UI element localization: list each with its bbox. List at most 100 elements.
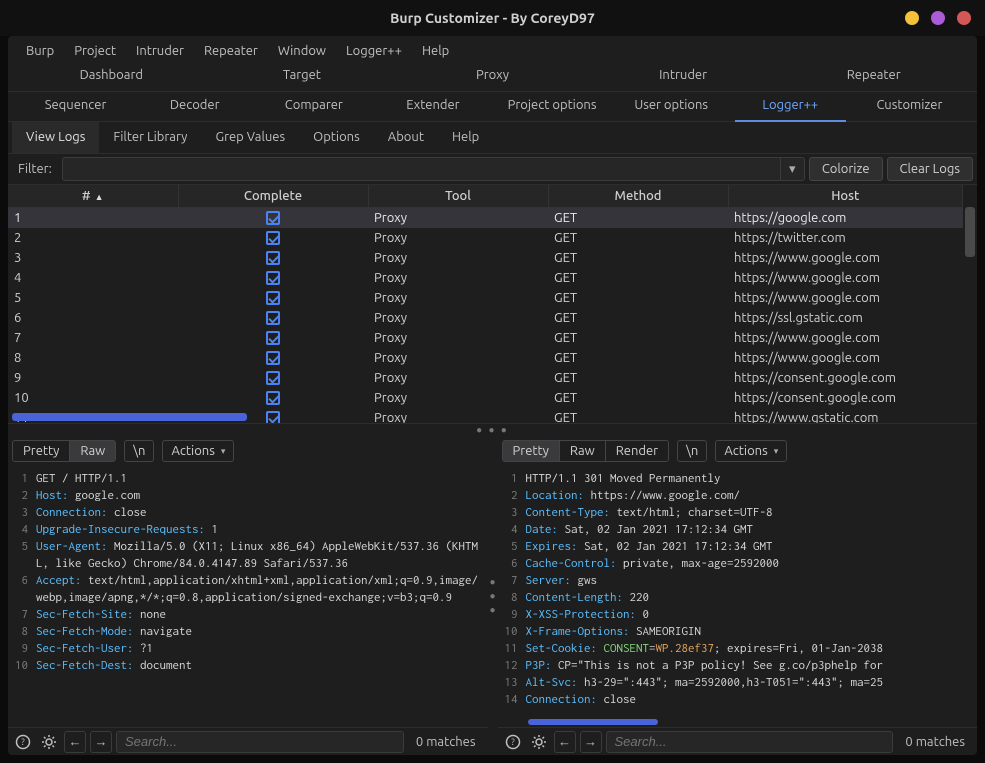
code-line: 7Sec-Fetch-Site: none xyxy=(8,606,488,623)
cell-number: 10 xyxy=(8,388,178,408)
table-row[interactable]: 2ProxyGEThttps://twitter.com xyxy=(8,228,963,248)
col-header-host[interactable]: Host xyxy=(728,185,963,208)
col-header-tool[interactable]: Tool xyxy=(368,185,548,208)
table-vertical-scrollbar[interactable] xyxy=(963,207,977,423)
cell-complete xyxy=(178,388,368,408)
window-maximize-button[interactable] xyxy=(931,11,945,25)
search-next-button[interactable]: → xyxy=(580,731,602,753)
chevron-down-icon: ▾ xyxy=(774,446,779,457)
request-newline-toggle[interactable]: \n xyxy=(124,440,154,462)
tab-comparer[interactable]: Comparer xyxy=(254,92,373,121)
col-header-complete[interactable]: Complete xyxy=(178,185,368,208)
line-content: User-Agent: Mozilla/5.0 (X11; Linux x86_… xyxy=(36,538,488,572)
tab-user-options[interactable]: User options xyxy=(612,92,731,121)
scrollbar-thumb[interactable] xyxy=(965,207,975,257)
menu-project[interactable]: Project xyxy=(64,40,126,62)
gear-icon[interactable] xyxy=(38,731,60,753)
vertical-splitter[interactable]: ●●● xyxy=(488,436,498,755)
request-actions-dropdown[interactable]: Actions▾ xyxy=(162,440,234,462)
search-prev-button[interactable]: ← xyxy=(554,731,576,753)
response-view-render[interactable]: Render xyxy=(605,441,668,461)
request-search-input[interactable] xyxy=(116,731,404,753)
svg-text:?: ? xyxy=(21,737,25,747)
horizontal-splitter[interactable]: ● ● ● xyxy=(8,424,977,436)
search-prev-button[interactable]: ← xyxy=(64,731,86,753)
menu-burp[interactable]: Burp xyxy=(16,40,64,62)
menu-help[interactable]: Help xyxy=(412,40,459,62)
help-icon[interactable]: ? xyxy=(502,731,524,753)
code-line: 5User-Agent: Mozilla/5.0 (X11; Linux x86… xyxy=(8,538,488,572)
request-editor[interactable]: 1GET / HTTP/1.12Host: google.com3Connect… xyxy=(8,466,488,727)
response-view-raw[interactable]: Raw xyxy=(559,441,605,461)
tab-intruder[interactable]: Intruder xyxy=(588,62,779,91)
tab-sequencer[interactable]: Sequencer xyxy=(16,92,135,121)
line-content: P3P: CP="This is not a P3P policy! See g… xyxy=(526,657,978,674)
line-number: 3 xyxy=(8,504,36,521)
response-editor[interactable]: 1HTTP/1.1 301 Moved Permanently2Location… xyxy=(498,466,978,727)
table-row[interactable]: 7ProxyGEThttps://www.google.com xyxy=(8,328,963,348)
window-minimize-button[interactable] xyxy=(905,11,919,25)
line-content: Location: https://www.google.com/ xyxy=(526,487,978,504)
gear-icon[interactable] xyxy=(528,731,550,753)
col-header-method[interactable]: Method xyxy=(548,185,728,208)
subtab-filter-library[interactable]: Filter Library xyxy=(99,122,201,153)
cell-host: https://consent.google.com xyxy=(728,368,963,388)
table-row[interactable]: 8ProxyGEThttps://www.google.com xyxy=(8,348,963,368)
checkbox-checked-icon xyxy=(266,271,280,285)
subtab-grep-values[interactable]: Grep Values xyxy=(201,122,299,153)
table-row[interactable]: 3ProxyGEThttps://www.google.com xyxy=(8,248,963,268)
svg-text:?: ? xyxy=(511,737,515,747)
colorize-button[interactable]: Colorize xyxy=(809,157,883,181)
table-row[interactable]: 5ProxyGEThttps://www.google.com xyxy=(8,288,963,308)
editor-horizontal-scrollbar[interactable] xyxy=(528,719,658,725)
subtab-about[interactable]: About xyxy=(374,122,438,153)
checkbox-checked-icon xyxy=(266,291,280,305)
menu-intruder[interactable]: Intruder xyxy=(126,40,194,62)
subtab-help[interactable]: Help xyxy=(438,122,493,153)
response-searchbar: ? ← → 0 matches xyxy=(498,727,978,755)
menu-window[interactable]: Window xyxy=(268,40,336,62)
table-row[interactable]: 10ProxyGEThttps://consent.google.com xyxy=(8,388,963,408)
logger-subtabs: View LogsFilter LibraryGrep ValuesOption… xyxy=(8,122,977,154)
filter-dropdown-button[interactable]: ▾ xyxy=(780,158,804,180)
code-line: 1HTTP/1.1 301 Moved Permanently xyxy=(498,470,978,487)
col-header-number[interactable]: #▲ xyxy=(8,185,178,208)
cell-method: GET xyxy=(548,248,728,268)
tab-customizer[interactable]: Customizer xyxy=(850,92,969,121)
line-number: 3 xyxy=(498,504,526,521)
tab-proxy[interactable]: Proxy xyxy=(397,62,588,91)
window-close-button[interactable] xyxy=(957,11,971,25)
response-actions-dropdown[interactable]: Actions▾ xyxy=(715,440,787,462)
request-view-raw[interactable]: Raw xyxy=(69,441,115,461)
request-view-pretty[interactable]: Pretty xyxy=(13,441,69,461)
tab-logger-[interactable]: Logger++ xyxy=(731,92,850,121)
help-icon[interactable]: ? xyxy=(12,731,34,753)
tab-project-options[interactable]: Project options xyxy=(493,92,612,121)
response-newline-toggle[interactable]: \n xyxy=(677,440,707,462)
menu-logger[interactable]: Logger++ xyxy=(336,40,412,62)
cell-method: GET xyxy=(548,228,728,248)
table-row[interactable]: 1ProxyGEThttps://google.com xyxy=(8,208,963,228)
tab-decoder[interactable]: Decoder xyxy=(135,92,254,121)
table-row[interactable]: 6ProxyGEThttps://ssl.gstatic.com xyxy=(8,308,963,328)
cell-complete xyxy=(178,248,368,268)
subtab-options[interactable]: Options xyxy=(299,122,374,153)
tab-dashboard[interactable]: Dashboard xyxy=(16,62,207,91)
tab-target[interactable]: Target xyxy=(207,62,398,91)
search-next-button[interactable]: → xyxy=(90,731,112,753)
response-search-input[interactable] xyxy=(606,731,894,753)
cell-method: GET xyxy=(548,308,728,328)
filter-input[interactable] xyxy=(63,158,780,180)
tab-repeater[interactable]: Repeater xyxy=(778,62,969,91)
clear-logs-button[interactable]: Clear Logs xyxy=(887,157,973,181)
response-view-pretty[interactable]: Pretty xyxy=(503,441,559,461)
subtab-view-logs[interactable]: View Logs xyxy=(12,122,99,153)
table-row[interactable]: 9ProxyGEThttps://consent.google.com xyxy=(8,368,963,388)
tab-extender[interactable]: Extender xyxy=(373,92,492,121)
table-row[interactable]: 4ProxyGEThttps://www.google.com xyxy=(8,268,963,288)
table-horizontal-scrollbar[interactable] xyxy=(12,413,247,421)
menu-repeater[interactable]: Repeater xyxy=(194,40,268,62)
line-content: X-XSS-Protection: 0 xyxy=(526,606,978,623)
cell-method: GET xyxy=(548,288,728,308)
main-tabs-row-1: DashboardTargetProxyIntruderRepeater xyxy=(8,62,977,92)
